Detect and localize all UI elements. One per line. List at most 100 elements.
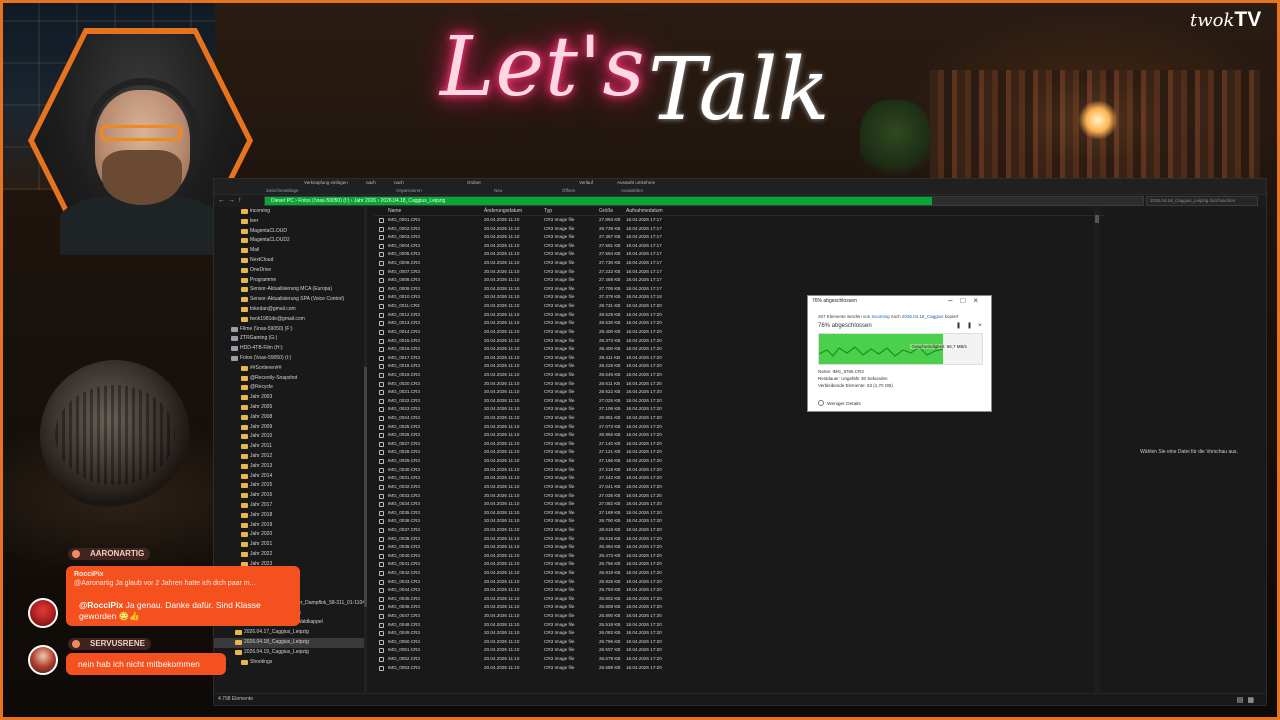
ribbon-paste-shortcut[interactable]: Verknüpfung einfügen [304, 180, 348, 185]
table-row[interactable]: IMG_0046.CR3 20.04.2026 11:10 CR3 Image fi… [374, 603, 1104, 612]
table-row[interactable]: IMG_0032.CR3 20.04.2026 11:10 CR3 Image fi… [374, 483, 1104, 492]
fewer-details-button[interactable]: Weniger Details [818, 400, 861, 407]
sidebar-item[interactable]: Jahr 2003 [214, 393, 364, 403]
sidebar-item[interactable]: Jahr 2016 [214, 491, 364, 501]
sidebar-item[interactable]: ZTRGaming (G:) [214, 334, 364, 344]
copy-target-link[interactable]: 2026.04.18_Caggius [902, 314, 944, 319]
table-row[interactable]: IMG_0025.CR3 20.04.2026 11:10 CR3 Image fi… [374, 423, 1104, 432]
sidebar-item[interactable]: Jahr 2014 [214, 472, 364, 482]
view-toggle-icon[interactable]: ▤▦ [1237, 696, 1258, 704]
table-row[interactable]: IMG_0026.CR3 20.04.2026 11:10 CR3 Image fi… [374, 431, 1104, 440]
sidebar-item[interactable]: Programme [214, 276, 364, 286]
table-row[interactable]: IMG_0045.CR3 20.04.2026 11:10 CR3 Image fi… [374, 595, 1104, 604]
table-row[interactable]: IMG_0035.CR3 20.04.2026 11:10 CR3 Image fi… [374, 509, 1104, 518]
sidebar-item[interactable]: @Recycle [214, 383, 364, 393]
table-row[interactable]: IMG_0034.CR3 20.04.2026 11:10 CR3 Image fi… [374, 500, 1104, 509]
table-row[interactable]: IMG_0019.CR3 20.04.2026 11:10 CR3 Image fi… [374, 371, 1104, 380]
pause-icon[interactable]: ❚❚ [956, 323, 978, 329]
table-row[interactable]: IMG_0050.CR3 20.04.2026 11:10 CR3 Image fi… [374, 638, 1104, 647]
sidebar-item[interactable]: incoming [214, 207, 364, 217]
sidebar-item[interactable]: Jahr 2005 [214, 403, 364, 413]
table-row[interactable]: IMG_0008.CR3 20.04.2026 11:10 CR3 Image fi… [374, 276, 1104, 285]
sidebar-item[interactable]: OneDrive [214, 266, 364, 276]
table-row[interactable]: IMG_0002.CR3 20.04.2026 11:10 CR3 Image fi… [374, 225, 1104, 234]
table-row[interactable]: IMG_0038.CR3 20.04.2026 11:10 CR3 Image fi… [374, 535, 1104, 544]
sidebar-item[interactable]: Sensor-Aktualisierung SPA (Voice Control… [214, 295, 364, 305]
sidebar-item[interactable]: tnkedan@gmail.com [214, 305, 364, 315]
table-row[interactable]: IMG_0011.CR3 20.04.2026 11:10 CR3 Image fi… [374, 302, 1104, 311]
table-row[interactable]: IMG_0013.CR3 20.04.2026 11:10 CR3 Image fi… [374, 319, 1104, 328]
sidebar-item[interactable]: MagentaCLOUD2 [214, 236, 364, 246]
sidebar-item[interactable]: 2026.04.18_Caggius_Leipzig [214, 638, 364, 648]
sidebar-item[interactable]: Jahr 2017 [214, 501, 364, 511]
table-row[interactable]: IMG_0039.CR3 20.04.2026 11:10 CR3 Image fi… [374, 543, 1104, 552]
sidebar-item[interactable]: Jahr 2011 [214, 442, 364, 452]
table-row[interactable]: IMG_0040.CR3 20.04.2026 11:10 CR3 Image fi… [374, 552, 1104, 561]
sidebar-item[interactable]: Jahr 2015 [214, 481, 364, 491]
cancel-icon[interactable]: × [978, 323, 988, 329]
nav-arrows-icon[interactable]: ←→↑ [218, 197, 245, 204]
sidebar-item[interactable]: Jahr 2021 [214, 540, 364, 550]
table-row[interactable]: IMG_0010.CR3 20.04.2026 11:10 CR3 Image fi… [374, 293, 1104, 302]
sidebar-item[interactable]: Fotos (\\nas-59050) (I:) [214, 354, 364, 364]
table-row[interactable]: IMG_0042.CR3 20.04.2026 11:10 CR3 Image fi… [374, 569, 1104, 578]
sidebar-item[interactable]: @Recently-Snapshot [214, 374, 364, 384]
sidebar-item[interactable]: Jahr 2022 [214, 550, 364, 560]
copy-source-link[interactable]: incoming [872, 314, 890, 319]
maximize-icon[interactable]: □ [960, 296, 973, 305]
breadcrumb-item[interactable]: Fotos (\\nas-59050) (I:) [298, 198, 349, 204]
table-row[interactable]: IMG_0004.CR3 20.04.2026 11:10 CR3 Image fi… [374, 242, 1104, 251]
column-header[interactable]: Typ [544, 208, 552, 214]
table-row[interactable]: IMG_0023.CR3 20.04.2026 11:10 CR3 Image fi… [374, 405, 1104, 414]
table-row[interactable]: IMG_0052.CR3 20.04.2026 11:10 CR3 Image fi… [374, 655, 1104, 664]
sidebar-item[interactable]: Jahr 2008 [214, 413, 364, 423]
sidebar-item[interactable]: 2026.04.19_Caggius_Leipzig [214, 648, 364, 658]
ribbon-history[interactable]: Verlauf [579, 180, 593, 185]
column-header[interactable]: Aufnahmedatum [626, 208, 663, 214]
table-row[interactable]: IMG_0007.CR3 20.04.2026 11:10 CR3 Image fi… [374, 268, 1104, 277]
table-row[interactable]: IMG_0001.CR3 20.04.2026 11:10 CR3 Image fi… [374, 216, 1104, 225]
sidebar-item[interactable]: MagentaCLOUD [214, 227, 364, 237]
table-row[interactable]: IMG_0049.CR3 20.04.2026 11:10 CR3 Image fi… [374, 629, 1104, 638]
breadcrumb-item[interactable]: 2026.04.18_Caggius_Leipzig [381, 198, 446, 204]
table-row[interactable]: IMG_0017.CR3 20.04.2026 11:10 CR3 Image fi… [374, 354, 1104, 363]
sidebar-item[interactable]: Shootings [214, 658, 364, 668]
sidebar-item[interactable]: Jahr 2012 [214, 452, 364, 462]
table-row[interactable]: IMG_0003.CR3 20.04.2026 11:10 CR3 Image fi… [374, 233, 1104, 242]
sidebar-item[interactable]: Sensor-Aktualisierung MCA (Europa) [214, 285, 364, 295]
table-row[interactable]: IMG_0051.CR3 20.04.2026 11:10 CR3 Image fi… [374, 646, 1104, 655]
column-header[interactable]: Größe [599, 208, 613, 214]
table-row[interactable]: IMG_0016.CR3 20.04.2026 11:10 CR3 Image fi… [374, 345, 1104, 354]
sidebar-item[interactable]: Jahr 2020 [214, 530, 364, 540]
sidebar-item[interactable]: NextCloud [214, 256, 364, 266]
table-row[interactable]: IMG_0018.CR3 20.04.2026 11:10 CR3 Image fi… [374, 362, 1104, 371]
ribbon-invert-selection[interactable]: Auswahl umkehren [617, 180, 655, 185]
table-row[interactable]: IMG_0022.CR3 20.04.2026 11:10 CR3 Image fi… [374, 397, 1104, 406]
ribbon-move-to[interactable]: nach [366, 180, 376, 185]
breadcrumb-item[interactable]: Dieser PC [271, 198, 294, 204]
ribbon-new-folder[interactable]: Ordner [467, 180, 481, 185]
minimize-icon[interactable]: – [948, 296, 960, 305]
sidebar-item[interactable]: Jahr 2009 [214, 423, 364, 433]
table-row[interactable]: IMG_0014.CR3 20.04.2026 11:10 CR3 Image fi… [374, 328, 1104, 337]
table-row[interactable]: IMG_0041.CR3 20.04.2026 11:10 CR3 Image fi… [374, 560, 1104, 569]
table-row[interactable]: IMG_0029.CR3 20.04.2026 11:10 CR3 Image fi… [374, 457, 1104, 466]
table-row[interactable]: IMG_0027.CR3 20.04.2026 11:10 CR3 Image fi… [374, 440, 1104, 449]
sidebar-item[interactable]: Mail [214, 246, 364, 256]
column-header[interactable]: Name [388, 208, 401, 214]
table-row[interactable]: IMG_0048.CR3 20.04.2026 11:10 CR3 Image fi… [374, 621, 1104, 630]
table-row[interactable]: IMG_0053.CR3 20.04.2026 11:10 CR3 Image fi… [374, 664, 1104, 673]
sidebar-item[interactable]: Filme (\\nas-59050) (F:) [214, 325, 364, 335]
table-row[interactable]: IMG_0037.CR3 20.04.2026 11:10 CR3 Image fi… [374, 526, 1104, 535]
table-row[interactable]: IMG_0030.CR3 20.04.2026 11:10 CR3 Image fi… [374, 466, 1104, 475]
file-list-scrollbar[interactable] [1094, 207, 1100, 694]
sidebar-item[interactable]: leer [214, 217, 364, 227]
table-row[interactable]: IMG_0009.CR3 20.04.2026 11:10 CR3 Image fi… [374, 285, 1104, 294]
table-row[interactable]: IMG_0020.CR3 20.04.2026 11:10 CR3 Image fi… [374, 380, 1104, 389]
table-row[interactable]: IMG_0006.CR3 20.04.2026 11:10 CR3 Image fi… [374, 259, 1104, 268]
table-row[interactable]: IMG_0021.CR3 20.04.2026 11:10 CR3 Image fi… [374, 388, 1104, 397]
sidebar-item[interactable]: Jahr 2019 [214, 521, 364, 531]
table-row[interactable]: IMG_0036.CR3 20.04.2026 11:10 CR3 Image fi… [374, 517, 1104, 526]
sidebar-item[interactable]: 2026.04.17_Caggius_Leipzig [214, 628, 364, 638]
sidebar-item[interactable]: Jahr 2018 [214, 511, 364, 521]
